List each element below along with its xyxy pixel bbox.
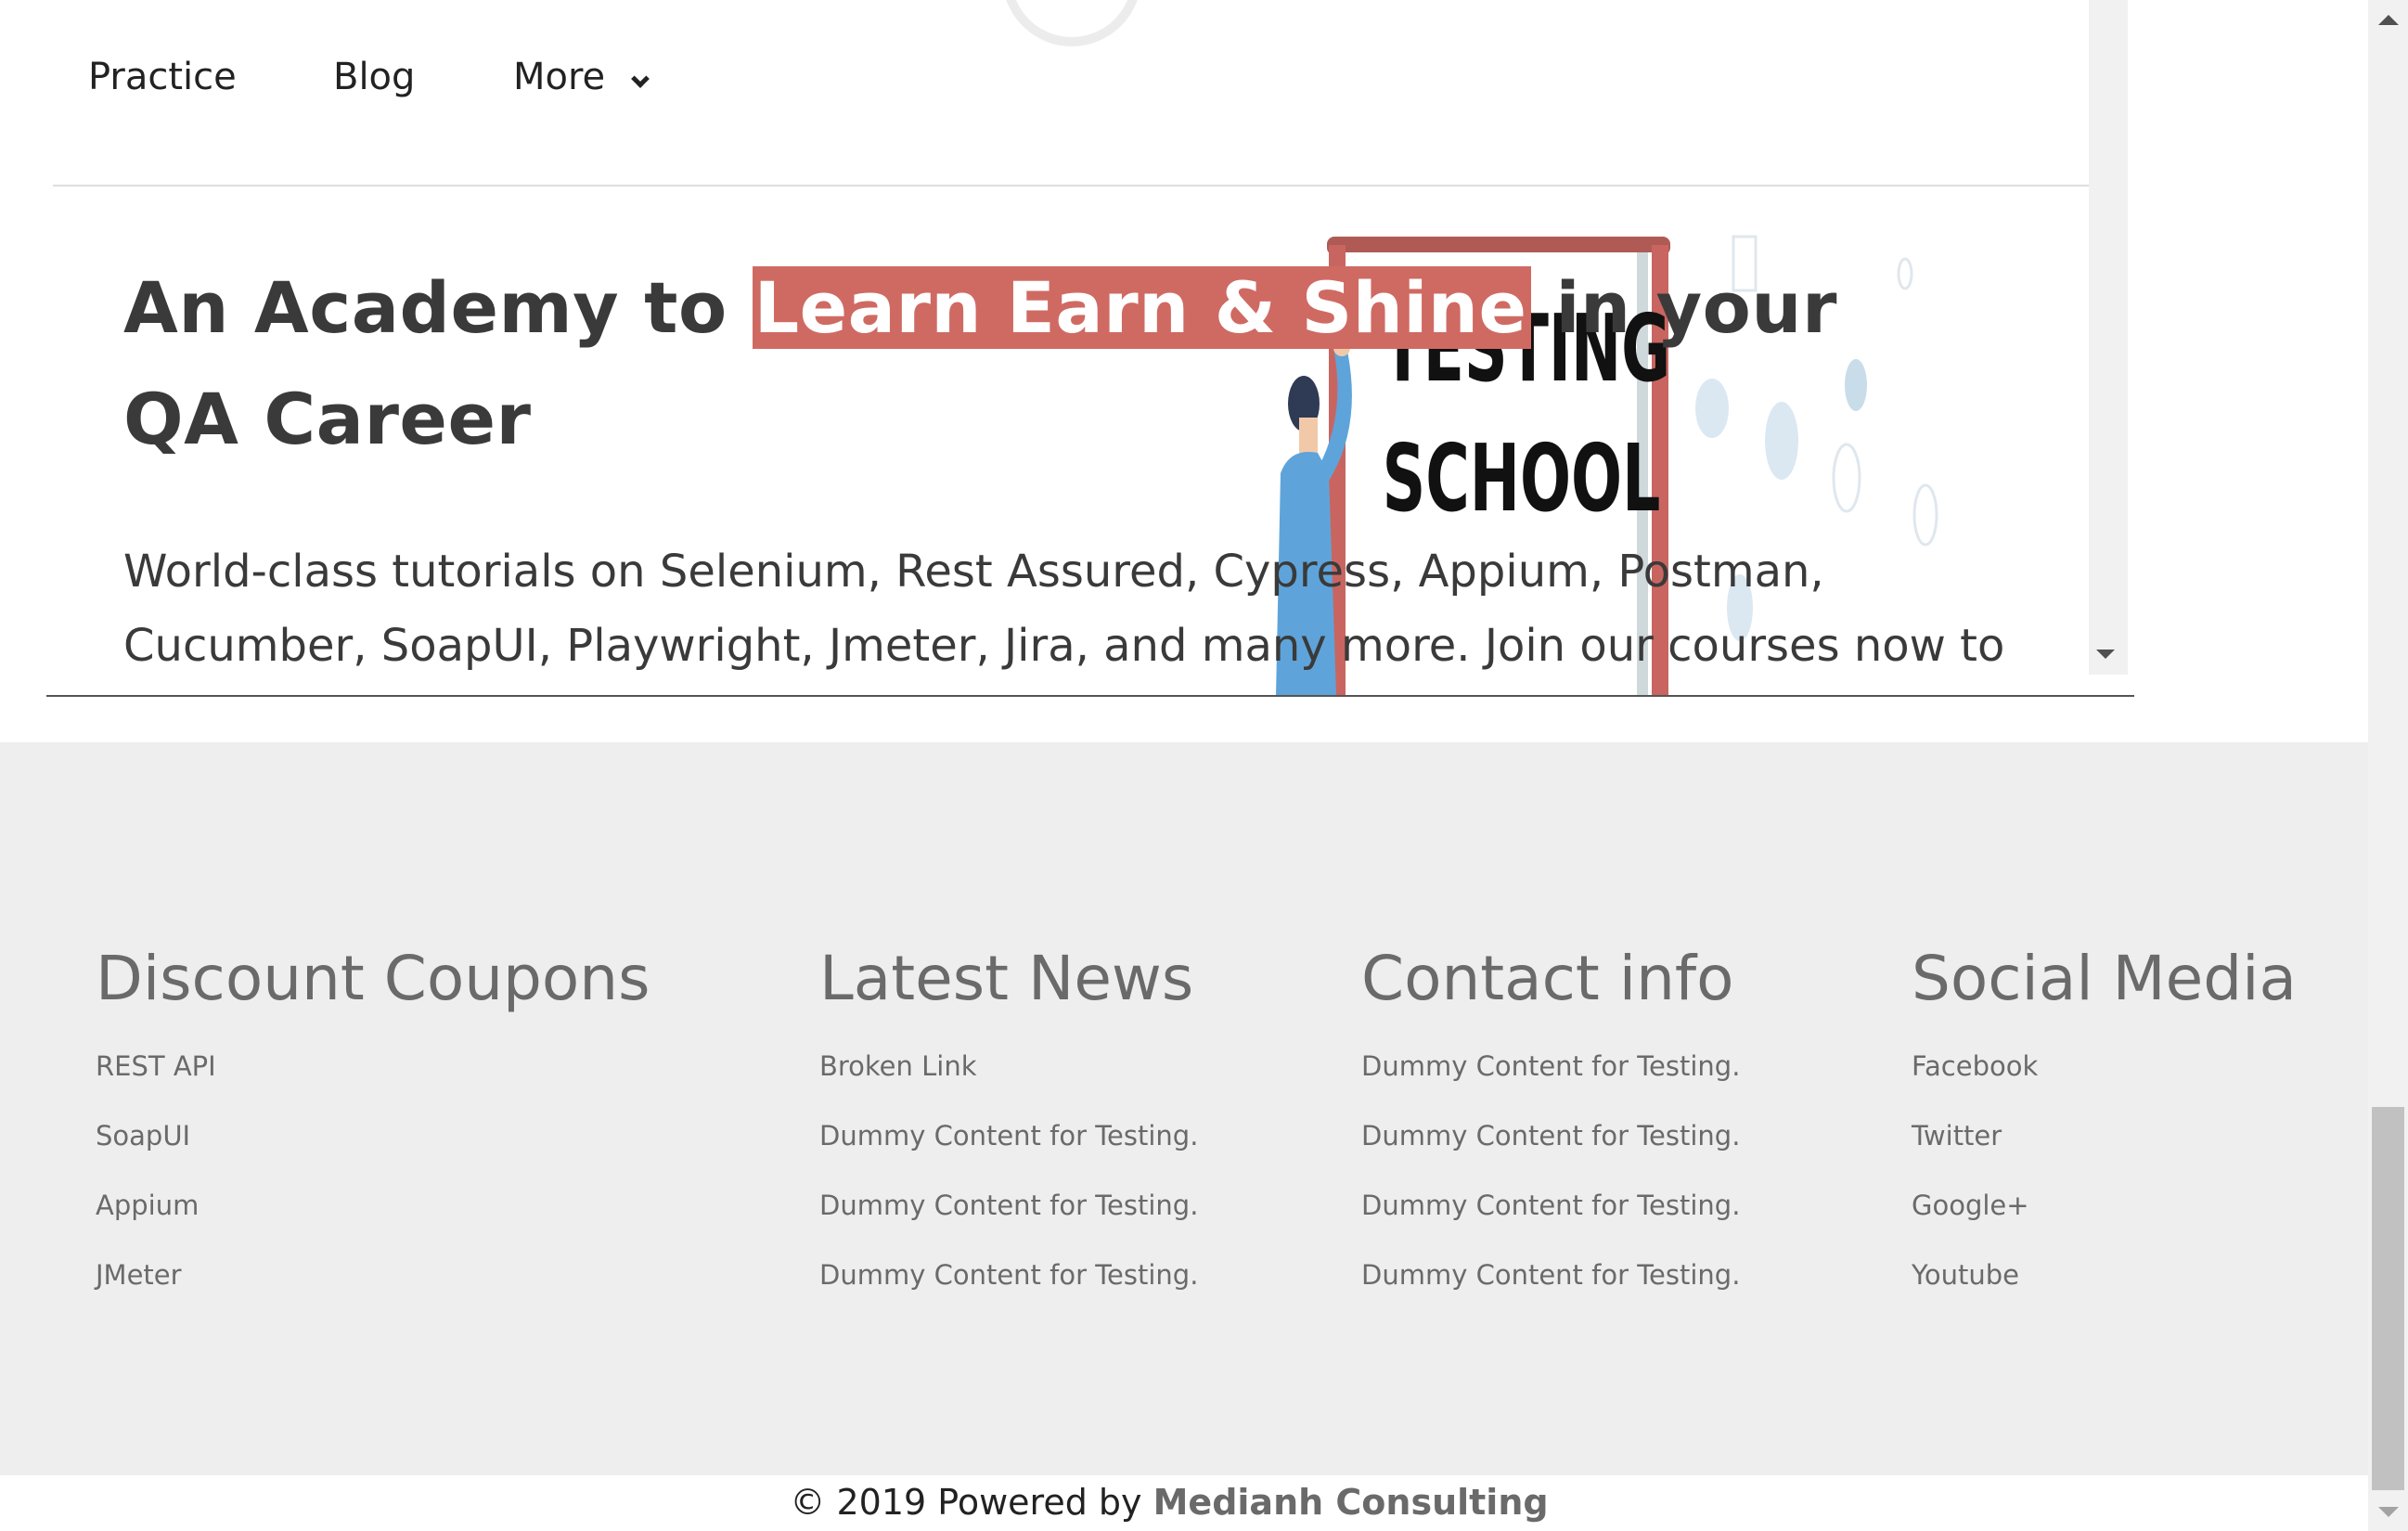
nav-link-practice[interactable]: Practice	[88, 56, 237, 98]
scroll-down-arrow-icon[interactable]	[2096, 650, 2115, 659]
footer-link-rest-api[interactable]: REST API	[96, 1050, 216, 1082]
nav-link-blog[interactable]: Blog	[333, 56, 415, 98]
footer-link-jmeter[interactable]: JMeter	[96, 1259, 182, 1291]
scroll-up-arrow-icon[interactable]	[2378, 15, 2399, 25]
copyright-text: © 2019 Powered by Medianh Consulting	[790, 1479, 1548, 1525]
headline-highlight: Learn Earn & Shine	[752, 266, 1531, 349]
iframe-scrollbar[interactable]	[2089, 0, 2128, 675]
chevron-down-icon[interactable]	[631, 70, 650, 88]
footer-link-contact[interactable]: Dummy Content for Testing.	[1361, 1259, 1740, 1291]
copyright-prefix: © 2019 Powered by	[790, 1482, 1153, 1523]
footer-column-title: Social Media	[1912, 943, 2297, 1014]
footer-column-latest-news: Latest News Broken Link Dummy Content fo…	[819, 937, 1198, 1310]
footer-column-title: Latest News	[819, 943, 1194, 1014]
footer-link-twitter[interactable]: Twitter	[1912, 1120, 2002, 1151]
decorative-circle	[1002, 0, 1141, 46]
footer-link-broken-link[interactable]: Broken Link	[819, 1050, 977, 1082]
footer-column-title: Contact info	[1361, 943, 1734, 1014]
headline-part-before: An Academy to	[123, 266, 753, 349]
nav-link-more[interactable]: More	[513, 56, 605, 98]
footer-column-title: Discount Coupons	[96, 943, 650, 1014]
footer-link-google-plus[interactable]: Google+	[1912, 1190, 2029, 1221]
copyright-brand-link[interactable]: Medianh Consulting	[1153, 1482, 1549, 1523]
page-scrollbar-thumb[interactable]	[2372, 1107, 2404, 1490]
footer-link-news[interactable]: Dummy Content for Testing.	[819, 1190, 1198, 1221]
footer-column-contact-info: Contact info Dummy Content for Testing. …	[1361, 937, 1740, 1310]
footer-link-contact[interactable]: Dummy Content for Testing.	[1361, 1050, 1740, 1082]
footer-link-soapui[interactable]: SoapUI	[96, 1120, 190, 1151]
footer-link-appium[interactable]: Appium	[96, 1190, 199, 1221]
iframe-border	[46, 695, 2134, 697]
footer: Discount Coupons REST API SoapUI Appium …	[0, 742, 2368, 1475]
footer-link-news[interactable]: Dummy Content for Testing.	[819, 1120, 1198, 1151]
footer-link-youtube[interactable]: Youtube	[1912, 1259, 2019, 1291]
copyright-bar: © 2019 Powered by Medianh Consulting	[0, 1475, 2368, 1531]
footer-column-discount-coupons: Discount Coupons REST API SoapUI Appium …	[96, 937, 650, 1310]
footer-column-social-media: Social Media Facebook Twitter Google+ Yo…	[1912, 937, 2297, 1310]
hero-headline: An Academy to Learn Earn & Shine in your…	[123, 252, 1961, 475]
nav-divider	[53, 185, 2089, 187]
footer-link-contact[interactable]: Dummy Content for Testing.	[1361, 1190, 1740, 1221]
hero-subtitle: World-class tutorials on Selenium, Rest …	[123, 546, 2005, 698]
footer-link-news[interactable]: Dummy Content for Testing.	[819, 1259, 1198, 1291]
scroll-down-arrow-icon[interactable]	[2378, 1507, 2399, 1517]
footer-link-facebook[interactable]: Facebook	[1912, 1050, 2038, 1082]
embedded-iframe[interactable]: Practice Blog More TESTING SCHOOL	[0, 0, 2134, 698]
footer-link-contact[interactable]: Dummy Content for Testing.	[1361, 1120, 1740, 1151]
